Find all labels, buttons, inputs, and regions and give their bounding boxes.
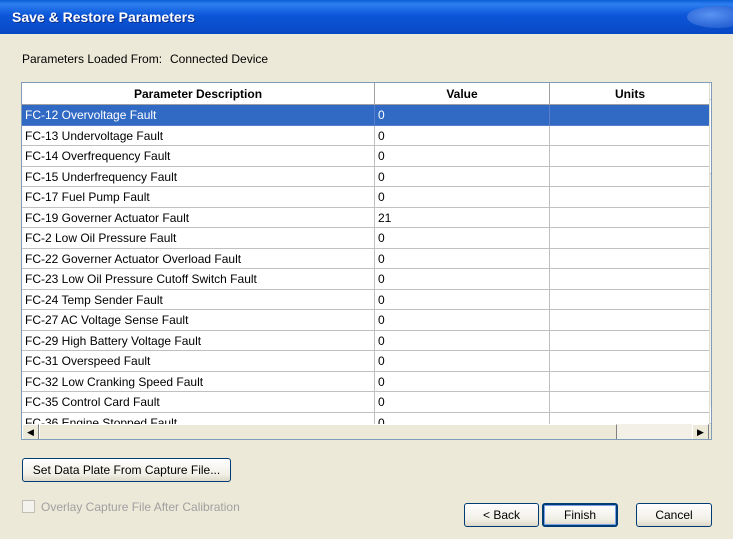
cell-description[interactable]: FC-31 Overspeed Fault — [22, 351, 375, 372]
table-row[interactable]: FC-19 Governer Actuator Fault 21 — [22, 207, 709, 228]
cancel-label: Cancel — [655, 508, 693, 522]
cell-units[interactable] — [550, 105, 709, 126]
cell-value[interactable]: 0 — [375, 228, 550, 249]
cell-value[interactable]: 21 — [375, 207, 550, 228]
cell-description[interactable]: FC-24 Temp Sender Fault — [22, 289, 375, 310]
cell-description[interactable]: FC-27 AC Voltage Sense Fault — [22, 310, 375, 331]
cell-value[interactable]: 0 — [375, 289, 550, 310]
cell-value[interactable]: 0 — [375, 166, 550, 187]
table-row[interactable]: FC-13 Undervoltage Fault 0 — [22, 125, 709, 146]
cell-value[interactable]: 0 — [375, 105, 550, 126]
cell-description[interactable]: FC-14 Overfrequency Fault — [22, 146, 375, 167]
cell-units[interactable] — [550, 208, 709, 228]
horizontal-scroll-thumb[interactable] — [39, 424, 617, 439]
grid-header: Parameter Description Value Units — [22, 83, 711, 105]
horizontal-scrollbar[interactable]: ◀ ▶ — [22, 424, 709, 439]
cell-units[interactable] — [550, 167, 709, 187]
cell-value[interactable]: 0 — [375, 330, 550, 351]
overlay-capture-label: Overlay Capture File After Calibration — [41, 500, 240, 514]
cell-units[interactable] — [550, 269, 709, 290]
column-header-units[interactable]: Units — [550, 83, 711, 105]
finish-label: Finish — [563, 508, 596, 522]
source-value: Connected Device — [170, 52, 269, 66]
cell-units[interactable] — [550, 351, 709, 372]
cell-units[interactable] — [550, 126, 709, 146]
checkbox-box[interactable] — [22, 500, 35, 513]
set-data-plate-button[interactable]: Set Data Plate From Capture File... — [22, 458, 231, 482]
table-row[interactable]: FC-2 Low Oil Pressure Fault 0 — [22, 228, 709, 249]
parameter-grid[interactable]: Parameter Description Value Units FC-12 … — [21, 82, 712, 440]
cell-units[interactable] — [550, 249, 709, 269]
table-row[interactable]: FC-35 Control Card Fault 0 — [22, 392, 709, 413]
set-data-plate-label: Set Data Plate From Capture File... — [32, 463, 221, 477]
scrollbar-corner — [709, 424, 711, 439]
table-row[interactable]: FC-24 Temp Sender Fault 0 — [22, 289, 709, 310]
scroll-down-button[interactable]: ▼ — [710, 407, 711, 424]
cell-description[interactable]: FC-23 Low Oil Pressure Cutoff Switch Fau… — [22, 269, 375, 290]
table-row[interactable]: FC-23 Low Oil Pressure Cutoff Switch Fau… — [22, 269, 709, 290]
scroll-left-button[interactable]: ◀ — [22, 424, 39, 439]
scroll-right-button[interactable]: ▶ — [692, 424, 709, 439]
source-info: Parameters Loaded From: Connected Device — [22, 52, 268, 66]
cell-description[interactable]: FC-2 Low Oil Pressure Fault — [22, 228, 375, 249]
table-row[interactable]: FC-32 Low Cranking Speed Fault 0 — [22, 371, 709, 392]
arrow-right-icon: ▶ — [697, 427, 704, 437]
table-row[interactable]: FC-22 Governer Actuator Overload Fault 0 — [22, 248, 709, 269]
table-row[interactable]: FC-17 Fuel Pump Fault 0 — [22, 187, 709, 208]
cell-description[interactable]: FC-12 Overvoltage Fault — [22, 105, 375, 126]
table-row[interactable]: FC-31 Overspeed Fault 0 — [22, 351, 709, 372]
cancel-button[interactable]: Cancel — [636, 503, 712, 527]
cell-description[interactable]: FC-19 Governer Actuator Fault — [22, 207, 375, 228]
window-title: Save & Restore Parameters — [12, 9, 195, 25]
column-header-value[interactable]: Value — [375, 83, 550, 105]
cell-units[interactable] — [550, 290, 709, 310]
table-row[interactable]: FC-12 Overvoltage Fault 0 — [22, 105, 709, 126]
table-row[interactable]: FC-29 High Battery Voltage Fault 0 — [22, 330, 709, 351]
cell-units[interactable] — [550, 228, 709, 249]
cell-description[interactable]: FC-22 Governer Actuator Overload Fault — [22, 248, 375, 269]
scroll-up-button[interactable]: ▲ — [710, 83, 711, 100]
cell-description[interactable]: FC-29 High Battery Voltage Fault — [22, 330, 375, 351]
cell-value[interactable]: 0 — [375, 248, 550, 269]
cell-units[interactable] — [550, 310, 709, 331]
table-row[interactable]: FC-27 AC Voltage Sense Fault 0 — [22, 310, 709, 331]
overlay-capture-checkbox[interactable]: Overlay Capture File After Calibration — [22, 500, 240, 514]
cell-value[interactable]: 0 — [375, 392, 550, 413]
cell-value[interactable]: 0 — [375, 269, 550, 290]
table-row[interactable]: FC-14 Overfrequency Fault 0 — [22, 146, 709, 167]
finish-button[interactable]: Finish — [542, 503, 618, 527]
grid-rows: FC-12 Overvoltage Fault 0 FC-13 Undervolta… — [22, 105, 709, 425]
cell-units[interactable] — [550, 187, 709, 208]
cell-description[interactable]: FC-17 Fuel Pump Fault — [22, 187, 375, 208]
cell-description[interactable]: FC-32 Low Cranking Speed Fault — [22, 371, 375, 392]
table-row[interactable]: FC-15 Underfrequency Fault 0 — [22, 166, 709, 187]
cell-description[interactable]: FC-35 Control Card Fault — [22, 392, 375, 413]
cell-units[interactable] — [550, 392, 709, 413]
back-button[interactable]: < Back — [464, 503, 539, 527]
cell-value[interactable]: 0 — [375, 371, 550, 392]
cell-description[interactable]: FC-13 Undervoltage Fault — [22, 125, 375, 146]
source-label: Parameters Loaded From: — [22, 52, 163, 66]
title-bar-decoration — [687, 6, 733, 28]
back-label: < Back — [482, 508, 521, 522]
cell-value[interactable]: 0 — [375, 310, 550, 331]
arrow-left-icon: ◀ — [27, 427, 34, 437]
column-header-description[interactable]: Parameter Description — [22, 83, 375, 105]
cell-value[interactable]: 0 — [375, 187, 550, 208]
vertical-scroll-thumb[interactable] — [710, 100, 711, 174]
cell-value[interactable]: 0 — [375, 351, 550, 372]
title-bar: Save & Restore Parameters — [0, 0, 733, 34]
cell-units[interactable] — [550, 331, 709, 351]
cell-value[interactable]: 0 — [375, 146, 550, 167]
vertical-scrollbar[interactable]: ▲ ▼ — [709, 83, 711, 424]
cell-value[interactable]: 0 — [375, 125, 550, 146]
cell-units[interactable] — [550, 372, 709, 392]
cell-units[interactable] — [550, 146, 709, 167]
cell-description[interactable]: FC-15 Underfrequency Fault — [22, 166, 375, 187]
